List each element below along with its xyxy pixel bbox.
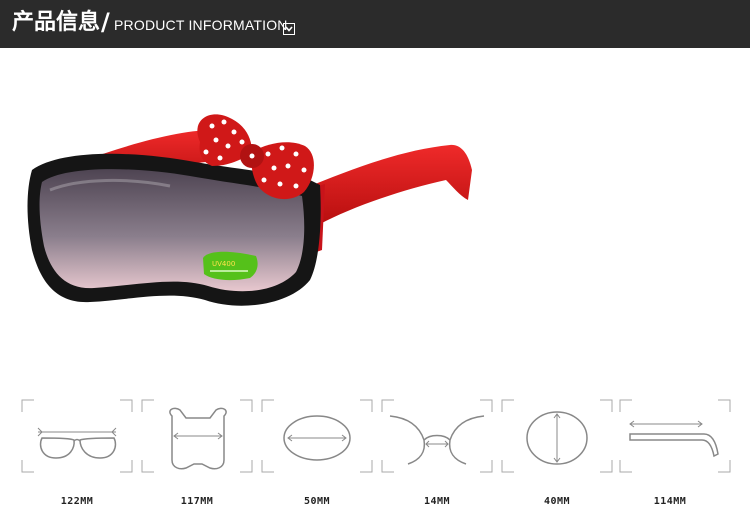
dimension-label-lens-height: 40MM [543, 496, 571, 507]
uv-badge: UV400 [203, 251, 258, 281]
dimension-label-temple-length: 114MM [653, 496, 687, 507]
svg-text:UV400: UV400 [212, 260, 235, 268]
bridge-width-icon [381, 399, 493, 473]
lens-width-icon [261, 399, 373, 473]
product-image: UV400 [20, 100, 490, 340]
frame-inner-width-icon [141, 399, 253, 473]
dimension-label-bridge: 14MM [423, 496, 451, 507]
dimension-label-frame-width: 122MM [60, 496, 94, 507]
header-title-en: PRODUCT INFORMATION [114, 17, 288, 33]
header-bar: 产品信息 / PRODUCT INFORMATION [0, 0, 750, 48]
dimension-frame-width [20, 398, 134, 474]
header-separator: / [101, 8, 110, 36]
lens-height-icon [501, 399, 613, 473]
dimension-label-inner-width: 117MM [180, 496, 214, 507]
dimensions-row [20, 398, 732, 474]
frame-width-icon [21, 399, 133, 473]
dimension-temple-length [618, 398, 732, 474]
dimension-bridge [380, 398, 494, 474]
dimension-lens-width [260, 398, 374, 474]
dimension-inner-width [140, 398, 254, 474]
sunglasses-illustration: UV400 [27, 114, 472, 306]
dimension-label-lens-width: 50MM [303, 496, 331, 507]
header-title-cn: 产品信息 [12, 10, 101, 35]
chevron-down-icon [283, 23, 295, 35]
temple-length-icon [619, 399, 731, 473]
right-temple [305, 144, 472, 224]
dimension-lens-height [500, 398, 614, 474]
